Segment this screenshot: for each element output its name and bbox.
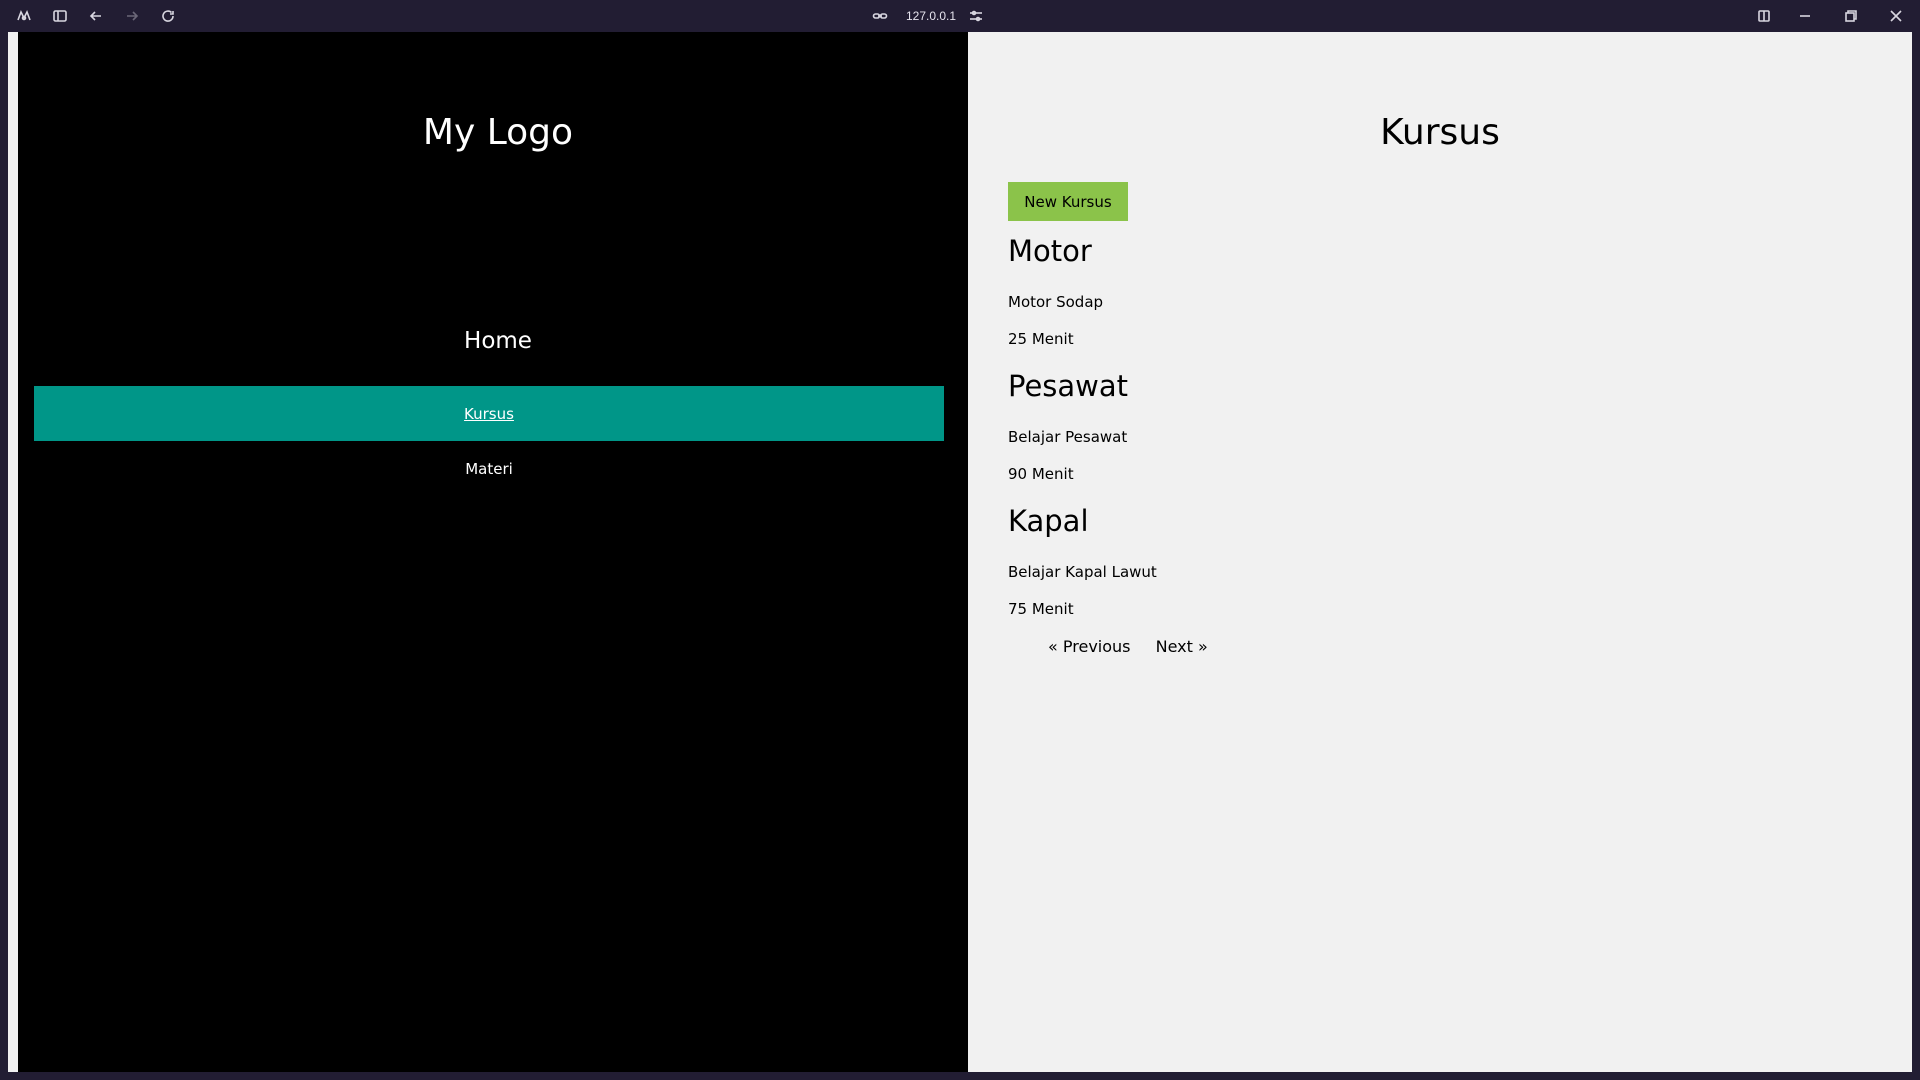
sidebar-item-materi[interactable]: Materi	[34, 441, 944, 496]
page-title: Kursus	[1380, 112, 1500, 153]
close-icon[interactable]	[1886, 6, 1906, 26]
browser-toolbar: 127.0.0.1	[0, 0, 1920, 32]
new-kursus-button[interactable]: New Kursus	[1008, 182, 1128, 221]
sidebar-item-kursus[interactable]: Kursus	[34, 386, 944, 441]
sidebar-toggle-icon[interactable]	[50, 6, 70, 26]
minimize-icon[interactable]	[1795, 6, 1815, 26]
next-page-link[interactable]: Next »	[1156, 637, 1208, 656]
back-arrow-icon[interactable]	[86, 6, 106, 26]
sidebar: My Logo Home Kursus Materi	[18, 32, 968, 1072]
course-title: Pesawat	[1008, 369, 1129, 403]
main-content: Kursus New Kursus Motor Motor Sodap 25 M…	[968, 32, 1912, 1072]
browser-menu-icon[interactable]	[14, 6, 34, 26]
pagination: « Previous Next »	[1048, 637, 1208, 656]
viewport-edge	[8, 32, 18, 1072]
course-title: Motor	[1008, 234, 1092, 268]
restore-icon[interactable]	[1841, 6, 1861, 26]
course-duration: 75 Menit	[1008, 600, 1074, 618]
reload-icon[interactable]	[158, 6, 178, 26]
course-title: Kapal	[1008, 504, 1089, 538]
previous-page-link[interactable]: « Previous	[1048, 637, 1131, 656]
course-duration: 25 Menit	[1008, 330, 1074, 348]
link-icon	[870, 6, 890, 26]
address-bar[interactable]: 127.0.0.1	[906, 9, 956, 23]
site-settings-icon[interactable]	[966, 6, 986, 26]
course-description: Belajar Pesawat	[1008, 428, 1128, 446]
course-description: Belajar Kapal Lawut	[1008, 563, 1157, 581]
logo: My Logo	[422, 112, 574, 153]
forward-arrow-icon[interactable]	[122, 6, 142, 26]
split-view-icon[interactable]	[1754, 6, 1774, 26]
page-viewport: My Logo Home Kursus Materi Kursus New Ku…	[8, 32, 1912, 1072]
course-duration: 90 Menit	[1008, 465, 1074, 483]
nav-home[interactable]: Home	[18, 328, 978, 354]
course-description: Motor Sodap	[1008, 293, 1104, 311]
